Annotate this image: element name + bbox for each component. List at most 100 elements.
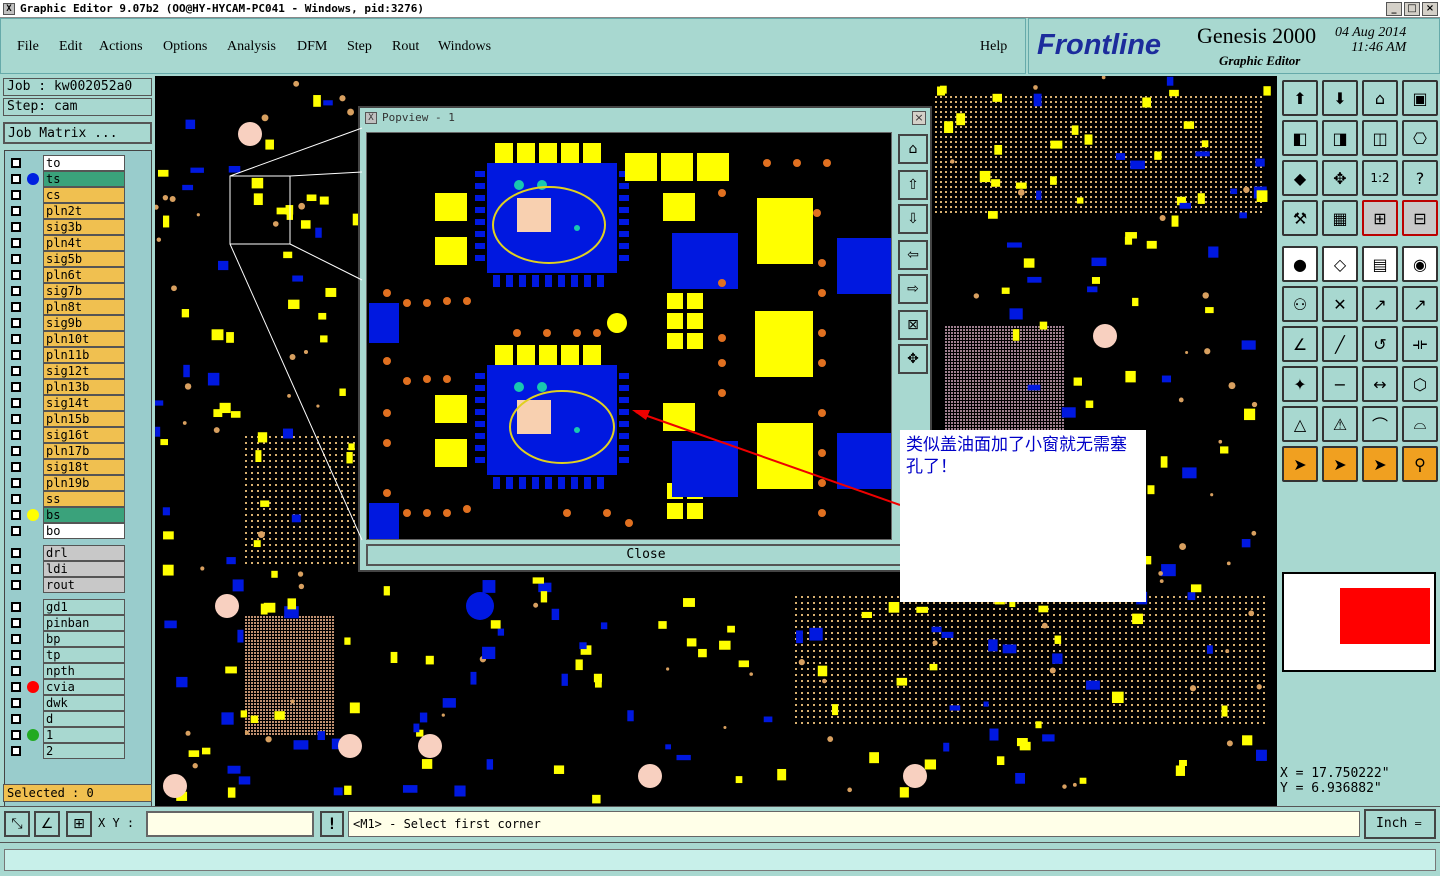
layer-checkbox[interactable] <box>11 666 21 676</box>
menu-step[interactable]: Step <box>347 39 372 55</box>
menu-help[interactable]: Help <box>980 39 1007 55</box>
layer-checkbox[interactable] <box>11 238 21 248</box>
layer-checkbox[interactable] <box>11 510 21 520</box>
layer-name[interactable]: to <box>43 155 125 171</box>
layer-checkbox[interactable] <box>11 494 21 504</box>
layer-name[interactable]: sig12t <box>43 363 125 379</box>
layer-checkbox[interactable] <box>11 222 21 232</box>
layer-name[interactable]: ts <box>43 171 125 187</box>
layer-checkbox[interactable] <box>11 634 21 644</box>
layer-name[interactable]: d <box>43 711 125 727</box>
menu-analysis[interactable]: Analysis <box>227 39 276 55</box>
layer-name[interactable]: pln6t <box>43 267 125 283</box>
layer-name[interactable]: pln17b <box>43 443 125 459</box>
layer-checkbox[interactable] <box>11 564 21 574</box>
layer-checkbox[interactable] <box>11 698 21 708</box>
layer-checkbox[interactable] <box>11 526 21 536</box>
layer-row-sig5b[interactable]: sig5b <box>7 251 127 267</box>
layer-name[interactable]: cvia <box>43 679 125 695</box>
menu-windows[interactable]: Windows <box>438 39 491 55</box>
layer-checkbox[interactable] <box>11 730 21 740</box>
close-window-button[interactable]: × <box>1422 2 1438 16</box>
layer-checkbox[interactable] <box>11 478 21 488</box>
layer-name[interactable]: pln19b <box>43 475 125 491</box>
layer-checkbox[interactable] <box>11 270 21 280</box>
layer-checkbox[interactable] <box>11 398 21 408</box>
layer-checkbox[interactable] <box>11 302 21 312</box>
layer-row-cvia[interactable]: cvia <box>7 679 127 695</box>
layer-name[interactable]: sig7b <box>43 283 125 299</box>
layer-checkbox[interactable] <box>11 414 21 424</box>
layer-name[interactable]: ss <box>43 491 125 507</box>
layer-checkbox[interactable] <box>11 334 21 344</box>
menu-actions[interactable]: Actions <box>99 39 143 55</box>
layer-row-pln6t[interactable]: pln6t <box>7 267 127 283</box>
layer-name[interactable]: sig18t <box>43 459 125 475</box>
layer-checkbox[interactable] <box>11 318 21 328</box>
layer-checkbox[interactable] <box>11 366 21 376</box>
layer-name[interactable]: rout <box>43 577 125 593</box>
layer-checkbox[interactable] <box>11 650 21 660</box>
layer-checkbox[interactable] <box>11 682 21 692</box>
layer-row-pln2t[interactable]: pln2t <box>7 203 127 219</box>
layer-row-pln19b[interactable]: pln19b <box>7 475 127 491</box>
layer-row-sig7b[interactable]: sig7b <box>7 283 127 299</box>
layer-name[interactable]: 2 <box>43 743 125 759</box>
job-matrix-button[interactable]: Job Matrix ... <box>3 122 152 144</box>
layer-name[interactable]: gd1 <box>43 599 125 615</box>
layer-checkbox[interactable] <box>11 746 21 756</box>
layer-name[interactable]: pln8t <box>43 299 125 315</box>
layer-name[interactable]: pln13b <box>43 379 125 395</box>
window-menu-icon[interactable]: X <box>3 3 15 15</box>
layer-row-2[interactable]: 2 <box>7 743 127 759</box>
layer-name[interactable]: 1 <box>43 727 125 743</box>
layer-row-pinban[interactable]: pinban <box>7 615 127 631</box>
layer-row-d[interactable]: d <box>7 711 127 727</box>
layer-checkbox[interactable] <box>11 382 21 392</box>
layer-checkbox[interactable] <box>11 174 21 184</box>
layer-row-1[interactable]: 1 <box>7 727 127 743</box>
layer-checkbox[interactable] <box>11 430 21 440</box>
menu-dfm[interactable]: DFM <box>297 39 327 55</box>
layer-checkbox[interactable] <box>11 206 21 216</box>
layer-name[interactable]: sig9b <box>43 315 125 331</box>
layer-name[interactable]: pln4t <box>43 235 125 251</box>
minimize-button[interactable]: _ <box>1386 2 1402 16</box>
layer-row-ss[interactable]: ss <box>7 491 127 507</box>
menu-file[interactable]: File <box>17 39 39 55</box>
layer-row-pln10t[interactable]: pln10t <box>7 331 127 347</box>
layer-row-rout[interactable]: rout <box>7 577 127 593</box>
layer-name[interactable]: sig3b <box>43 219 125 235</box>
layer-name[interactable]: cs <box>43 187 125 203</box>
layer-row-npth[interactable]: npth <box>7 663 127 679</box>
layer-name[interactable]: bo <box>43 523 125 539</box>
layer-row-pln8t[interactable]: pln8t <box>7 299 127 315</box>
layer-checkbox[interactable] <box>11 462 21 472</box>
layer-name[interactable]: sig16t <box>43 427 125 443</box>
layer-row-pln13b[interactable]: pln13b <box>7 379 127 395</box>
layer-row-sig18t[interactable]: sig18t <box>7 459 127 475</box>
layer-row-tp[interactable]: tp <box>7 647 127 663</box>
layer-row-sig16t[interactable]: sig16t <box>7 427 127 443</box>
layer-checkbox[interactable] <box>11 580 21 590</box>
layer-checkbox[interactable] <box>11 190 21 200</box>
menu-options[interactable]: Options <box>163 39 207 55</box>
layer-checkbox[interactable] <box>11 548 21 558</box>
layer-name[interactable]: sig5b <box>43 251 125 267</box>
layer-name[interactable]: tp <box>43 647 125 663</box>
layer-name[interactable]: dwk <box>43 695 125 711</box>
layer-checkbox[interactable] <box>11 618 21 628</box>
layer-checkbox[interactable] <box>11 286 21 296</box>
layer-row-pln15b[interactable]: pln15b <box>7 411 127 427</box>
layer-name[interactable]: pln11b <box>43 347 125 363</box>
layer-row-sig14t[interactable]: sig14t <box>7 395 127 411</box>
layer-name[interactable]: pln10t <box>43 331 125 347</box>
layer-name[interactable]: bp <box>43 631 125 647</box>
layer-row-drl[interactable]: drl <box>7 545 127 561</box>
layer-name[interactable]: ldi <box>43 561 125 577</box>
layer-row-ldi[interactable]: ldi <box>7 561 127 577</box>
layer-row-sig9b[interactable]: sig9b <box>7 315 127 331</box>
layer-name[interactable]: drl <box>43 545 125 561</box>
layer-row-ts[interactable]: ts <box>7 171 127 187</box>
layer-checkbox[interactable] <box>11 254 21 264</box>
